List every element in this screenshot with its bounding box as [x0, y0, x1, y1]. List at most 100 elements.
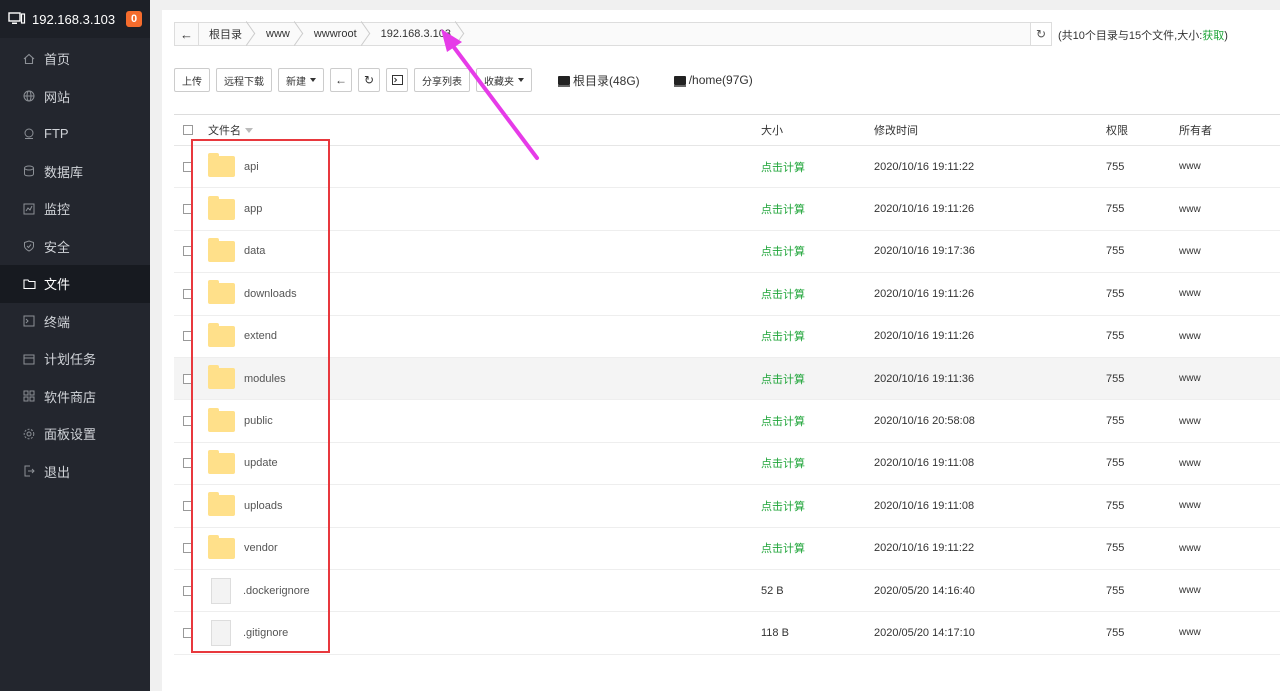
file-name-cell[interactable]: update: [208, 449, 278, 474]
row-checkbox[interactable]: [183, 627, 193, 638]
new-dropdown-button[interactable]: 新建: [278, 68, 324, 92]
calculate-size-link[interactable]: 点击计算: [761, 328, 805, 344]
notification-badge[interactable]: 0: [126, 11, 142, 27]
sidebar-item[interactable]: 安全: [0, 228, 150, 266]
file-name-cell[interactable]: vendor: [208, 534, 278, 559]
owner[interactable]: www: [1179, 500, 1201, 511]
table-row[interactable]: uploads 点击计算 2020/10/16 19:11:08 755 www: [174, 485, 1280, 528]
sidebar-item[interactable]: 首页: [0, 40, 150, 78]
sidebar-item[interactable]: 计划任务: [0, 340, 150, 378]
calculate-size-link[interactable]: 点击计算: [761, 159, 805, 175]
permission[interactable]: 755: [1106, 330, 1124, 342]
sidebar-item[interactable]: 网站: [0, 78, 150, 116]
owner[interactable]: www: [1179, 246, 1201, 257]
sidebar-item[interactable]: 软件商店: [0, 378, 150, 416]
remote-download-button[interactable]: 远程下载: [216, 68, 272, 92]
disk-home[interactable]: /home(97G): [673, 73, 753, 87]
calculate-size-link[interactable]: 点击计算: [761, 371, 805, 387]
table-row[interactable]: api 点击计算 2020/10/16 19:11:22 755 www: [174, 146, 1280, 189]
table-row[interactable]: modules 点击计算 2020/10/16 19:11:36 755 www: [174, 357, 1280, 401]
table-row[interactable]: downloads 点击计算 2020/10/16 19:11:26 755 www: [174, 273, 1280, 316]
file-name-cell[interactable]: downloads: [208, 280, 297, 305]
refresh-button[interactable]: ↻: [358, 68, 380, 92]
sidebar-item[interactable]: 文件: [0, 265, 150, 303]
table-row[interactable]: extend 点击计算 2020/10/16 19:11:26 755 www: [174, 316, 1280, 358]
calculate-size-link[interactable]: 点击计算: [761, 413, 805, 429]
row-checkbox[interactable]: [183, 288, 193, 299]
back-arrow-icon[interactable]: ←: [175, 23, 199, 45]
owner[interactable]: www: [1179, 373, 1201, 384]
table-row[interactable]: data 点击计算 2020/10/16 19:17:36 755 www: [174, 231, 1280, 274]
get-size-link[interactable]: 获取: [1202, 30, 1224, 42]
file-name-cell[interactable]: app: [208, 195, 262, 220]
row-checkbox[interactable]: [183, 416, 193, 427]
share-list-button[interactable]: 分享列表: [414, 68, 470, 92]
breadcrumb-item[interactable]: 根目录: [199, 23, 256, 45]
owner[interactable]: www: [1179, 288, 1201, 299]
upload-button[interactable]: 上传: [174, 68, 210, 92]
select-all-checkbox[interactable]: [183, 125, 193, 135]
breadcrumb-item[interactable]: 192.168.3.103: [371, 23, 465, 45]
row-checkbox[interactable]: [183, 373, 193, 384]
back-button[interactable]: ←: [330, 68, 352, 92]
calculate-size-link[interactable]: 点击计算: [761, 498, 805, 514]
column-owner-header[interactable]: 所有者: [1179, 122, 1212, 138]
owner[interactable]: www: [1179, 416, 1201, 427]
owner[interactable]: www: [1179, 543, 1201, 554]
column-name-header[interactable]: 文件名: [208, 122, 253, 138]
owner[interactable]: www: [1179, 204, 1201, 215]
breadcrumb-item[interactable]: wwwroot: [304, 23, 371, 45]
permission[interactable]: 755: [1106, 373, 1124, 385]
calculate-size-link[interactable]: 点击计算: [761, 243, 805, 259]
sidebar-item[interactable]: 面板设置: [0, 415, 150, 453]
row-checkbox[interactable]: [183, 500, 193, 511]
permission[interactable]: 755: [1106, 245, 1124, 257]
owner[interactable]: www: [1179, 458, 1201, 469]
table-row[interactable]: vendor 点击计算 2020/10/16 19:11:22 755 www: [174, 528, 1280, 570]
file-name-cell[interactable]: .dockerignore: [208, 577, 310, 604]
file-name-cell[interactable]: public: [208, 407, 273, 432]
permission[interactable]: 755: [1106, 542, 1124, 554]
sidebar-item[interactable]: 终端: [0, 303, 150, 341]
file-name-cell[interactable]: modules: [208, 365, 286, 390]
sidebar-item[interactable]: 数据库: [0, 153, 150, 191]
calculate-size-link[interactable]: 点击计算: [761, 455, 805, 471]
permission[interactable]: 755: [1106, 203, 1124, 215]
permission[interactable]: 755: [1106, 500, 1124, 512]
permission[interactable]: 755: [1106, 288, 1124, 300]
row-checkbox[interactable]: [183, 543, 193, 554]
table-row[interactable]: update 点击计算 2020/10/16 19:11:08 755 www: [174, 443, 1280, 486]
file-name-cell[interactable]: data: [208, 237, 265, 262]
calculate-size-link[interactable]: 点击计算: [761, 540, 805, 556]
row-checkbox[interactable]: [183, 246, 193, 257]
calculate-size-link[interactable]: 点击计算: [761, 286, 805, 302]
terminal-button[interactable]: [386, 68, 408, 92]
table-row[interactable]: .dockerignore 52 B 2020/05/20 14:16:40 755 w…: [174, 570, 1280, 613]
file-name-cell[interactable]: extend: [208, 322, 277, 347]
owner[interactable]: www: [1179, 627, 1201, 638]
permission[interactable]: 755: [1106, 415, 1124, 427]
file-name-cell[interactable]: .gitignore: [208, 619, 288, 646]
breadcrumb-item[interactable]: www: [256, 23, 304, 45]
file-name-cell[interactable]: uploads: [208, 492, 283, 517]
file-name-cell[interactable]: api: [208, 153, 259, 178]
sidebar-item[interactable]: 退出: [0, 453, 150, 491]
table-row[interactable]: app 点击计算 2020/10/16 19:11:26 755 www: [174, 188, 1280, 231]
row-checkbox[interactable]: [183, 458, 193, 469]
disk-root[interactable]: 根目录(48G): [558, 72, 640, 89]
column-perm-header[interactable]: 权限: [1106, 122, 1128, 138]
column-mtime-header[interactable]: 修改时间: [874, 122, 918, 138]
calculate-size-link[interactable]: 点击计算: [761, 201, 805, 217]
owner[interactable]: www: [1179, 331, 1201, 342]
sidebar-item[interactable]: FTP: [0, 115, 150, 153]
refresh-icon[interactable]: ↻: [1030, 22, 1052, 46]
table-row[interactable]: .gitignore 118 B 2020/05/20 14:17:10 755 www: [174, 612, 1280, 655]
row-checkbox[interactable]: [183, 585, 193, 596]
sidebar-item[interactable]: 监控: [0, 190, 150, 228]
permission[interactable]: 755: [1106, 627, 1124, 639]
favorites-dropdown-button[interactable]: 收藏夹: [476, 68, 532, 92]
row-checkbox[interactable]: [183, 331, 193, 342]
permission[interactable]: 755: [1106, 585, 1124, 597]
row-checkbox[interactable]: [183, 161, 193, 172]
permission[interactable]: 755: [1106, 457, 1124, 469]
